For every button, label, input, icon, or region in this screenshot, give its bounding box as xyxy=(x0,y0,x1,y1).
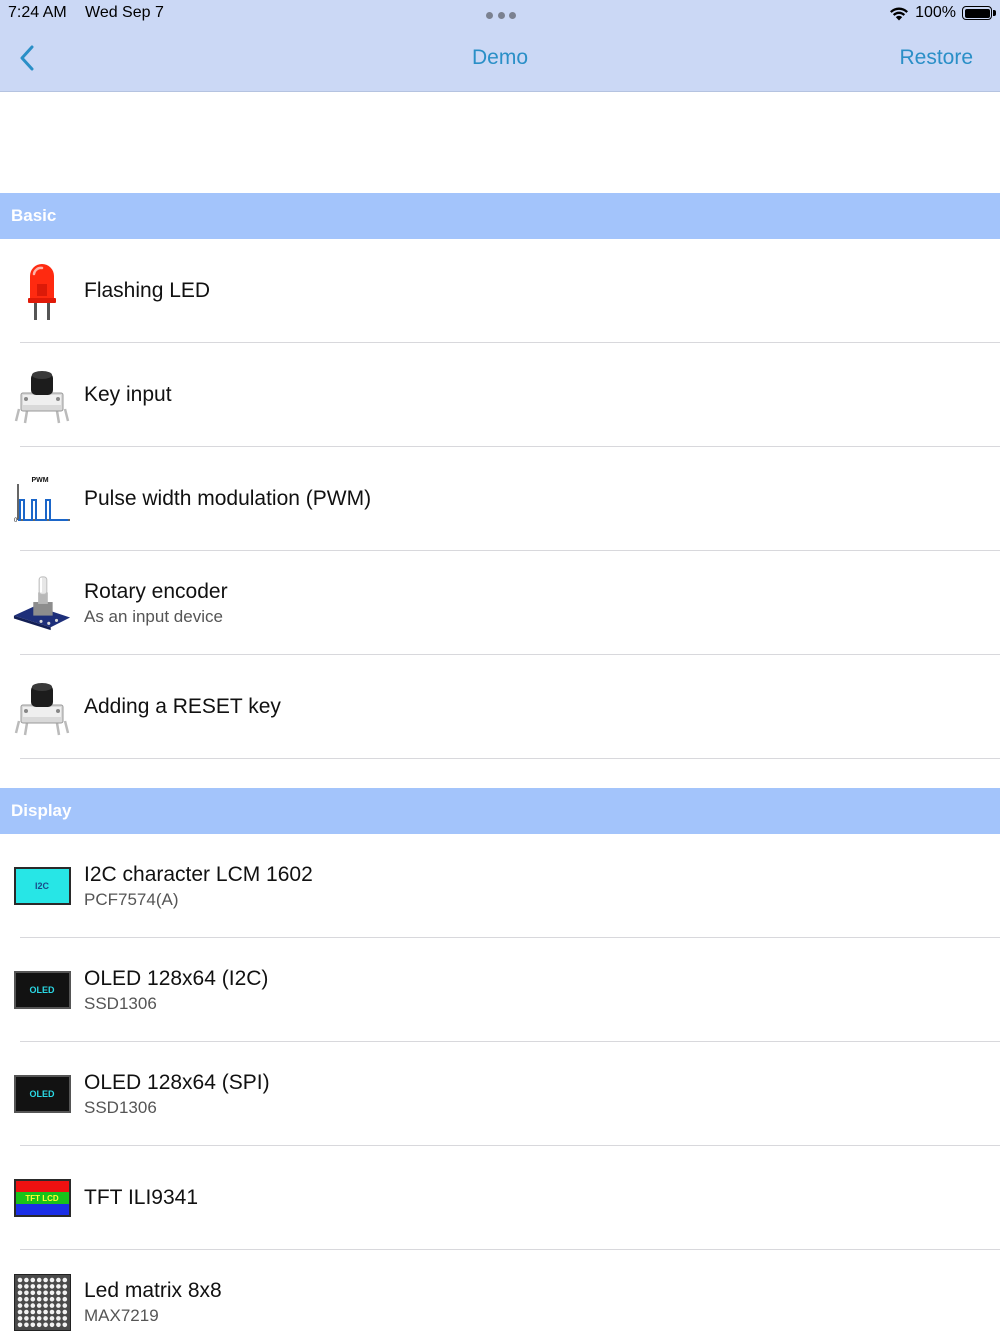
tft-lcd-icon: TFT LCD xyxy=(12,1166,72,1230)
item-title: I2C character LCM 1602 xyxy=(84,862,313,886)
section-header-display: Display xyxy=(0,788,1000,834)
led-matrix-icon xyxy=(12,1270,72,1333)
list-item-reset-key[interactable]: Adding a RESET key xyxy=(0,655,1000,759)
list-item-led-matrix[interactable]: Led matrix 8x8 MAX7219 xyxy=(0,1250,1000,1333)
tft-label: TFT LCD xyxy=(25,1193,59,1203)
oled-icon: OLED xyxy=(12,958,72,1022)
rotary-encoder-icon xyxy=(12,571,72,635)
item-title: Pulse width modulation (PWM) xyxy=(84,486,372,510)
list-item-i2c-lcd[interactable]: I2C I2C character LCM 1602 PCF7574(A) xyxy=(0,834,1000,938)
wifi-icon xyxy=(890,7,909,20)
back-button[interactable] xyxy=(12,40,42,76)
item-title: Flashing LED xyxy=(84,278,211,302)
push-button-icon xyxy=(12,363,72,427)
list-item-oled-i2c[interactable]: OLED OLED 128x64 (I2C) SSD1306 xyxy=(0,938,1000,1042)
item-title: Key input xyxy=(84,382,172,406)
section-header-label: Basic xyxy=(11,206,57,225)
list-item-flashing-led[interactable]: Flashing LED xyxy=(0,239,1000,343)
battery-icon xyxy=(962,6,996,20)
restore-button[interactable]: Restore xyxy=(899,46,973,70)
multitasking-dots-icon[interactable] xyxy=(486,12,516,20)
item-subtitle: PCF7574(A) xyxy=(84,889,179,909)
battery-percent: 100% xyxy=(915,4,956,21)
item-title: Adding a RESET key xyxy=(84,694,281,718)
i2c-label: I2C xyxy=(13,867,71,905)
oled-label: OLED xyxy=(13,971,71,1009)
i2c-lcd-icon: I2C xyxy=(12,854,72,918)
list-item-pwm[interactable]: PWM 0 Pulse width modulation (PWM) xyxy=(0,447,1000,551)
led-icon xyxy=(12,259,72,323)
item-title: Rotary encoder xyxy=(84,579,228,603)
oled-icon: OLED xyxy=(12,1062,72,1126)
page-title: Demo xyxy=(471,46,529,69)
pwm-waveform-icon: PWM 0 xyxy=(12,467,72,531)
navigation-bar: 7:24 AM Wed Sep 7 100% Demo Restore xyxy=(0,0,1000,92)
push-button-icon xyxy=(12,675,72,739)
list-item-rotary-encoder[interactable]: Rotary encoder As an input device xyxy=(0,551,1000,655)
list-item-key-input[interactable]: Key input xyxy=(0,343,1000,447)
chevron-left-icon xyxy=(20,45,34,71)
status-date: Wed Sep 7 xyxy=(85,4,164,21)
section-header-basic: Basic xyxy=(0,193,1000,239)
item-subtitle: SSD1306 xyxy=(84,1097,157,1117)
pwm-label: PWM xyxy=(31,477,48,484)
item-title: Led matrix 8x8 xyxy=(84,1278,222,1302)
list-item-oled-spi[interactable]: OLED OLED 128x64 (SPI) SSD1306 xyxy=(0,1042,1000,1146)
item-title: OLED 128x64 (I2C) xyxy=(84,966,269,990)
item-title: OLED 128x64 (SPI) xyxy=(84,1070,270,1094)
section-header-label: Display xyxy=(11,801,72,820)
status-time: 7:24 AM xyxy=(8,4,67,21)
item-subtitle: As an input device xyxy=(84,606,223,626)
status-indicators: 100% xyxy=(889,3,996,23)
list-item-tft-ili9341[interactable]: TFT LCD TFT ILI9341 xyxy=(0,1146,1000,1250)
divider xyxy=(20,758,1000,759)
item-title: TFT ILI9341 xyxy=(84,1185,199,1209)
oled-label: OLED xyxy=(13,1075,71,1113)
item-subtitle: MAX7219 xyxy=(84,1305,159,1325)
item-subtitle: SSD1306 xyxy=(84,993,157,1013)
